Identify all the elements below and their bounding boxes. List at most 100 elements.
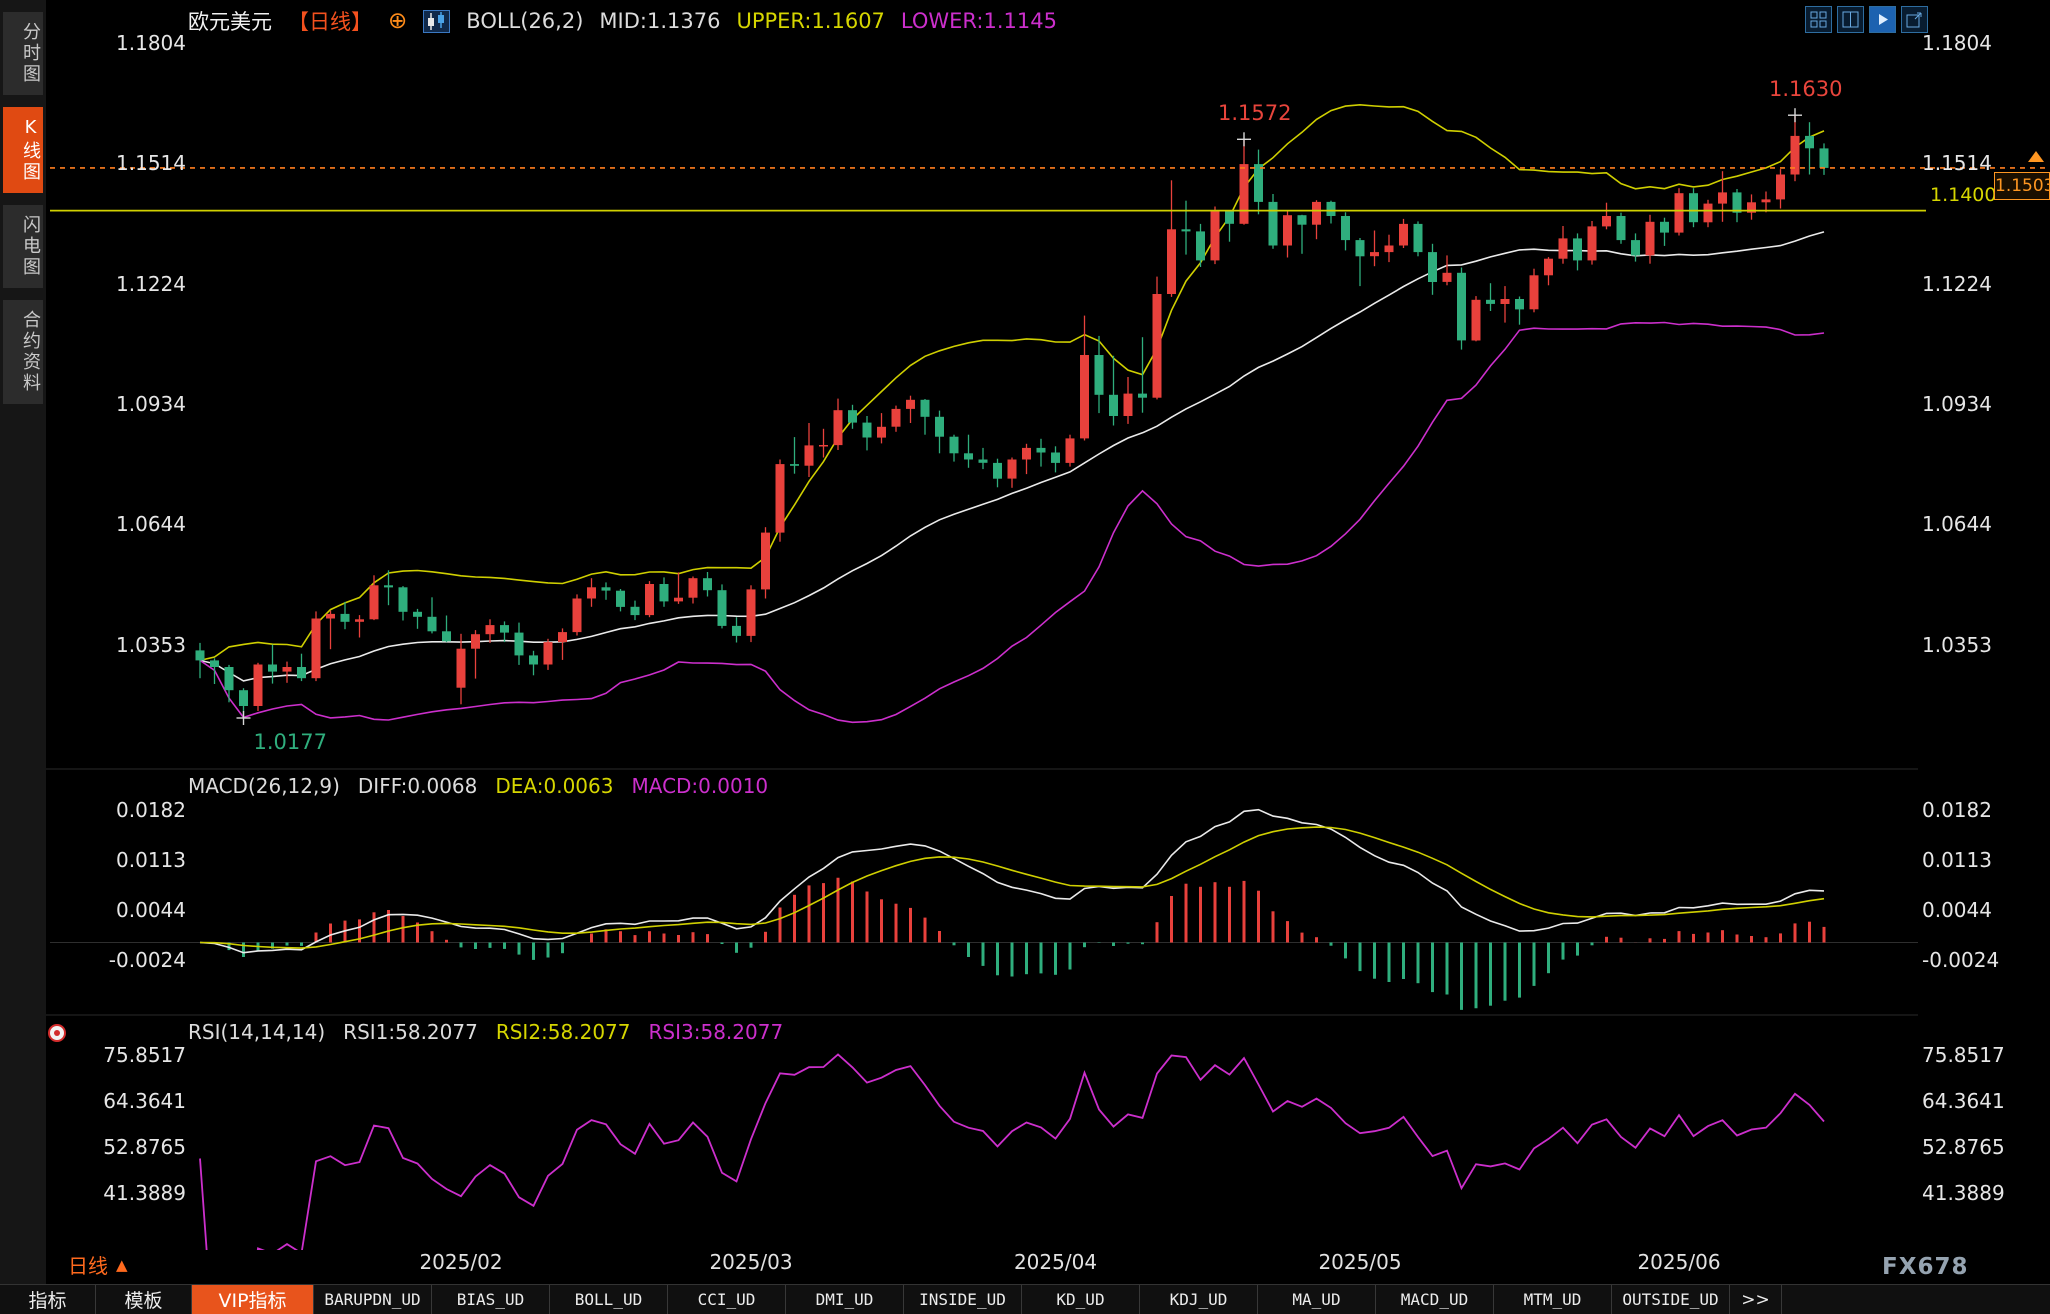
candle[interactable] <box>761 533 770 590</box>
tab-dmi-ud[interactable]: DMI_UD <box>786 1285 904 1314</box>
tab-inside-ud[interactable]: INSIDE_UD <box>904 1285 1022 1314</box>
candle[interactable] <box>1327 202 1336 216</box>
candle[interactable] <box>558 632 567 642</box>
candle[interactable] <box>529 655 538 664</box>
candle[interactable] <box>921 400 930 417</box>
sidebar-item-kline-chart[interactable]: K线图 <box>3 107 43 193</box>
tab-barupdn-ud[interactable]: BARUPDN_UD <box>314 1285 432 1314</box>
candle[interactable] <box>587 587 596 598</box>
period-tag[interactable]: 【日线】 <box>288 6 372 36</box>
candle[interactable] <box>1718 192 1727 203</box>
candle[interactable] <box>602 587 611 590</box>
candle[interactable] <box>1675 193 1684 232</box>
candle[interactable] <box>283 667 292 672</box>
candle[interactable] <box>1631 240 1640 255</box>
candle[interactable] <box>210 660 219 667</box>
candle[interactable] <box>1066 438 1075 463</box>
candle[interactable] <box>1182 229 1191 231</box>
candle[interactable] <box>1776 175 1785 200</box>
candle[interactable] <box>1443 273 1452 282</box>
add-indicator-icon[interactable]: ⊕ <box>388 8 407 34</box>
candle[interactable] <box>370 585 379 619</box>
sidebar-item-contract-info[interactable]: 合约资料 <box>3 300 43 404</box>
candle[interactable] <box>1704 204 1713 223</box>
candle[interactable] <box>1225 211 1234 223</box>
candle[interactable] <box>1153 294 1162 398</box>
current-price-tag[interactable]: 1.1503 <box>1994 172 2050 200</box>
candle[interactable] <box>1762 199 1771 202</box>
tab-outside-ud[interactable]: OUTSIDE_UD <box>1612 1285 1730 1314</box>
candle[interactable] <box>1167 229 1176 294</box>
candle[interactable] <box>674 598 683 602</box>
candle[interactable] <box>1269 202 1278 246</box>
chart-canvas[interactable] <box>0 0 2050 1314</box>
candle[interactable] <box>1457 273 1466 341</box>
tab-vip-indicators[interactable]: VIP指标 <box>192 1285 314 1314</box>
sidebar-item-lightning-chart[interactable]: 闪电图 <box>3 205 43 288</box>
candle[interactable] <box>326 614 335 619</box>
candle[interactable] <box>1689 193 1698 222</box>
tab-ma-ud[interactable]: MA_UD <box>1258 1285 1376 1314</box>
candle[interactable] <box>819 445 828 447</box>
candle[interactable] <box>1733 192 1742 212</box>
candle[interactable] <box>428 617 437 632</box>
macd-panel[interactable] <box>50 810 1918 1010</box>
candle[interactable] <box>1037 448 1046 453</box>
candle[interactable] <box>1095 355 1104 395</box>
candle[interactable] <box>413 612 422 617</box>
candle[interactable] <box>355 619 364 622</box>
candle[interactable] <box>1530 275 1539 309</box>
rsi-panel[interactable] <box>200 1055 1824 1314</box>
tab-templates[interactable]: 模板 <box>96 1285 192 1314</box>
candle[interactable] <box>254 665 263 707</box>
candle[interactable] <box>1254 164 1263 202</box>
candle[interactable] <box>1051 453 1060 463</box>
candle[interactable] <box>747 589 756 636</box>
candle[interactable] <box>1022 448 1031 460</box>
candle[interactable] <box>993 463 1002 479</box>
main-price-panel[interactable] <box>196 105 1829 723</box>
period-selector[interactable]: 日线 ▲ <box>68 1250 128 1279</box>
candle[interactable] <box>1196 231 1205 260</box>
candle[interactable] <box>718 590 727 626</box>
candle[interactable] <box>877 427 886 438</box>
tab-cci-ud[interactable]: CCI_UD <box>668 1285 786 1314</box>
layout-expand-icon[interactable] <box>1901 6 1928 33</box>
candle[interactable] <box>645 584 654 615</box>
candle[interactable] <box>312 619 321 679</box>
candle[interactable] <box>732 626 741 636</box>
candle[interactable] <box>703 578 712 590</box>
candle[interactable] <box>515 633 524 656</box>
candle[interactable] <box>268 665 277 672</box>
candle[interactable] <box>935 417 944 437</box>
candle[interactable] <box>892 409 901 427</box>
candle[interactable] <box>1515 299 1524 309</box>
candle[interactable] <box>442 631 451 641</box>
tab-kd-ud[interactable]: KD_UD <box>1022 1285 1140 1314</box>
candle[interactable] <box>341 614 350 622</box>
candle[interactable] <box>1240 164 1249 224</box>
candle[interactable] <box>1341 216 1350 240</box>
candle[interactable] <box>964 453 973 459</box>
candle[interactable] <box>1008 460 1017 479</box>
candle[interactable] <box>1501 299 1510 304</box>
candle[interactable] <box>1283 215 1292 245</box>
candle[interactable] <box>1617 216 1626 240</box>
candle[interactable] <box>573 599 582 633</box>
tab-kdj-ud[interactable]: KDJ_UD <box>1140 1285 1258 1314</box>
candle[interactable] <box>1559 238 1568 258</box>
layout-grid-icon[interactable] <box>1805 6 1832 33</box>
candle[interactable] <box>1124 394 1133 416</box>
candle[interactable] <box>1414 224 1423 252</box>
candle[interactable] <box>239 690 248 706</box>
candle[interactable] <box>486 625 495 634</box>
candle[interactable] <box>1211 211 1220 260</box>
candle[interactable] <box>776 464 785 532</box>
candle[interactable] <box>1646 222 1655 256</box>
candle[interactable] <box>906 400 915 409</box>
candle[interactable] <box>500 625 509 633</box>
candle[interactable] <box>631 607 640 615</box>
candle[interactable] <box>1544 259 1553 276</box>
candle[interactable] <box>196 650 205 660</box>
candle[interactable] <box>457 649 466 688</box>
